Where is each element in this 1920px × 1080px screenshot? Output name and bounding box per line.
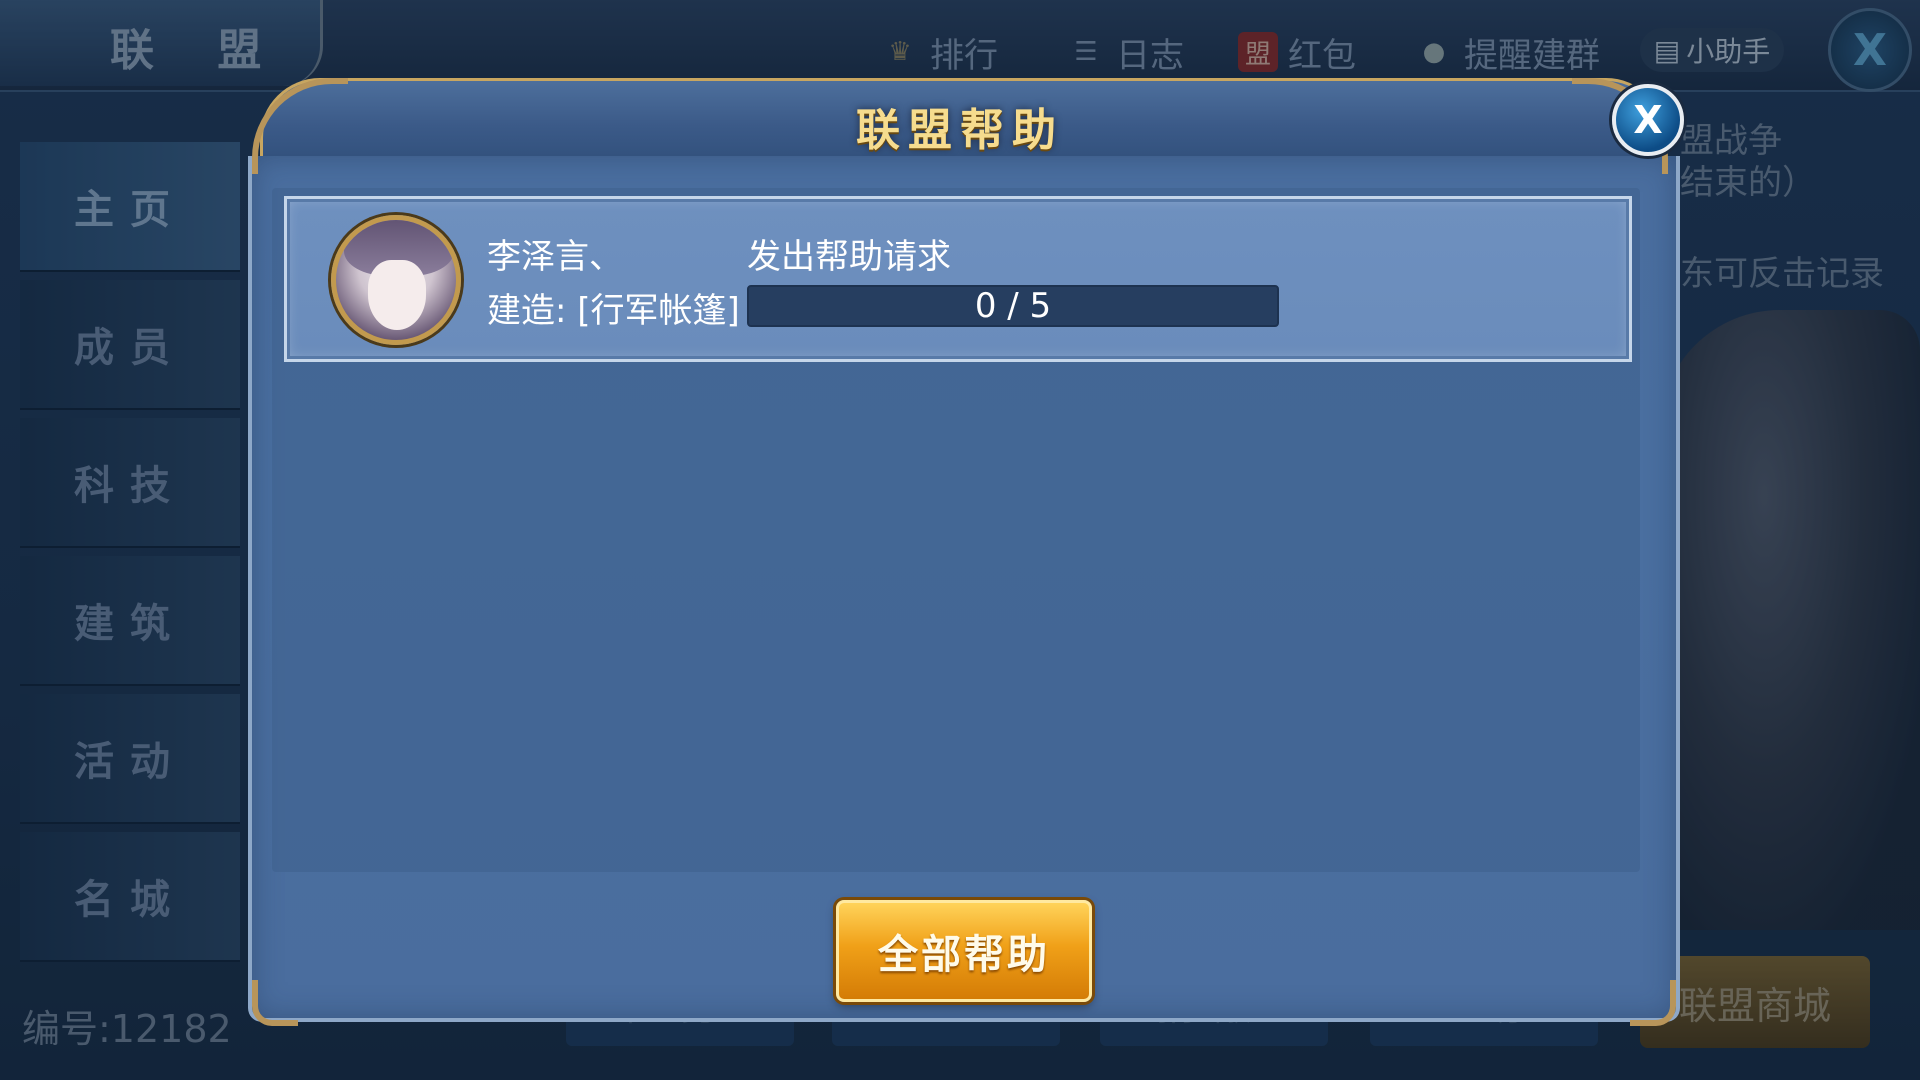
help-all-button[interactable]: 全部帮助	[836, 900, 1092, 1002]
dialog-title: 联盟帮助	[856, 105, 1064, 156]
corner-ornament	[1630, 980, 1676, 1026]
avatar[interactable]	[331, 215, 461, 345]
requester-name: 李泽言、	[487, 237, 623, 277]
help-request-item[interactable]: 李泽言、 发出帮助请求 建造: [行军帐篷] 0 / 5	[284, 196, 1632, 362]
help-progress-text: 0 / 5	[974, 286, 1052, 326]
corner-ornament	[252, 980, 298, 1026]
build-label: 建造: [行军帐篷]	[487, 291, 740, 331]
corner-ornament	[252, 78, 348, 174]
alliance-help-dialog: 联盟帮助 李泽言、 发出帮助请求 建造: [行军帐篷] 0 / 5 X 全部帮助	[240, 78, 1684, 1026]
request-text: 发出帮助请求	[747, 237, 951, 277]
help-progress-bar: 0 / 5	[747, 285, 1279, 327]
close-icon[interactable]: X	[1612, 84, 1684, 156]
